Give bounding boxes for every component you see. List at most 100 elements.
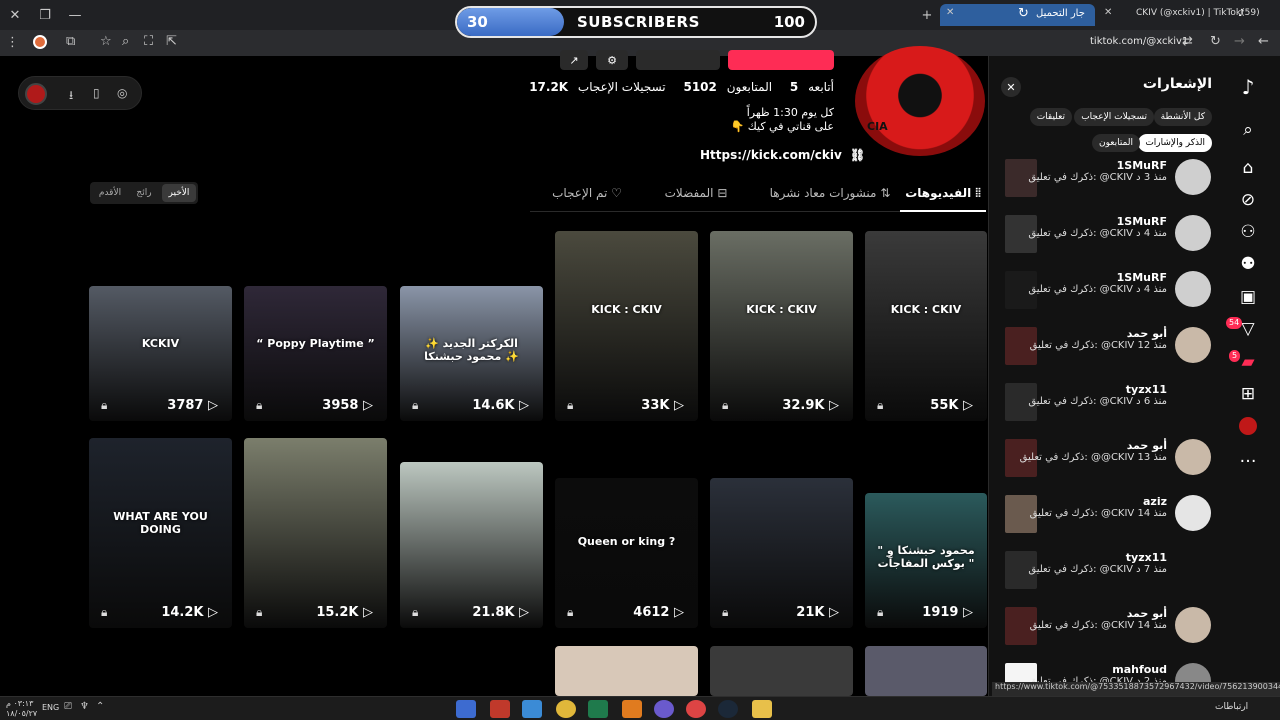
video-tile[interactable]: KICK : CKIV 55K ▷ 🔒︎ [865,231,987,421]
share-icon[interactable]: ⇱ [166,34,177,49]
language-indicator[interactable]: ENG [42,703,59,712]
sort-latest[interactable]: الأخير [162,184,196,202]
reload-icon[interactable]: ↻ [1210,34,1221,49]
folder-icon[interactable] [752,700,772,718]
notification-user[interactable]: 1SMuRF [1117,159,1167,172]
new-tab-icon[interactable]: + [918,6,936,24]
notification-item[interactable]: tyzx11 ذكرك في تعليق: @CKIV منذ 6 د [989,383,1223,439]
video-tile[interactable]: 15.2K ▷ 🔒︎ [244,438,387,628]
notification-item[interactable]: 1SMuRF ذكرك في تعليق: @CKIV منذ 3 د [989,159,1223,215]
taskbar-app-icon[interactable] [456,700,476,718]
translate-icon[interactable]: ⛶ [144,34,153,49]
filter-followers[interactable]: المتابعون [1091,134,1140,152]
live-icon[interactable]: ▣ [1235,284,1261,310]
taskbar-app-icon[interactable] [490,700,510,718]
video-tile[interactable]: الكركتر الجديد ✨ محمود حبشنكا ✨ 14.6K ▷ 🔒︎ [400,286,543,421]
home-icon[interactable]: ⌂ [1235,155,1261,181]
search-icon[interactable]: ⌕ [1235,117,1261,143]
avatar[interactable] [25,83,47,105]
video-tile[interactable]: KCKIV 3787 ▷ 🔒︎ [89,286,232,421]
notification-user[interactable]: tyzx11 [1126,551,1167,564]
promote-button[interactable] [636,50,720,70]
tab-reposts[interactable]: منشورات معاد نشرها ⇅ [764,186,896,200]
avatar[interactable] [1175,159,1211,195]
minimize-window-icon[interactable]: — [66,6,84,24]
clock[interactable]: ٠٣:١٣ م ١٨/٠٥/٢٧ [6,699,37,719]
menu-dots-icon[interactable]: ⋮ [6,35,19,50]
close-tab-icon[interactable]: ✕ [1104,7,1112,18]
steam-icon[interactable] [718,700,738,718]
download-icon[interactable]: ⭳ [69,86,73,107]
tab-loading[interactable]: ✕ جار التحميل ↻ [940,4,1095,26]
video-tile[interactable]: KICK : CKIV 33K ▷ 🔒︎ [555,231,698,421]
notification-item[interactable]: 1SMuRF ذكرك في تعليق: @CKIV منذ 4 د [989,215,1223,271]
tab-liked[interactable]: تم الإعجاب ♡ [546,186,628,200]
avatar[interactable] [1175,271,1211,307]
share-button[interactable]: ↗ [560,50,588,70]
close-icon[interactable]: ✕ [1001,77,1021,97]
phone-icon[interactable]: ▯ [93,86,100,100]
network-icon[interactable]: ⎚ [64,701,72,712]
taskbar-app-icon[interactable] [622,700,642,718]
notification-item[interactable]: أبو حمد ذكرك في تعليق: @CKIV منذ 12 [989,327,1223,383]
notification-user[interactable]: أبو حمد [1127,439,1167,452]
taskbar-app-icon[interactable] [654,700,674,718]
notification-user[interactable]: أبو حمد [1127,327,1167,340]
profile-avatar[interactable]: CIA [855,46,985,156]
settings-button[interactable]: ⚙ [596,50,628,70]
tiktok-logo-icon[interactable]: ♪ [1235,74,1261,100]
avatar[interactable] [1175,327,1211,363]
friends-icon[interactable]: ⚉ [1235,251,1261,277]
video-tile[interactable]: WHAT ARE YOU DOING 14.2K ▷ 🔒︎ [89,438,232,628]
profile-avatar-small[interactable] [1239,417,1257,435]
video-tile[interactable]: 21.8K ▷ 🔒︎ [400,462,543,628]
taskbar-app-icon[interactable] [588,700,608,718]
restore-window-icon[interactable]: ❐ [36,6,54,24]
tab-favorites[interactable]: المفضلات ⊟ [656,186,736,200]
tab-videos[interactable]: الفيديوهات ⦙⦙ [900,186,986,212]
chrome-icon[interactable] [686,700,706,718]
profile-link-text[interactable]: Https://kick.com/ckiv [700,148,842,162]
video-tile[interactable] [555,646,698,696]
avatar[interactable] [1175,383,1211,419]
taskbar-app-icon[interactable] [556,700,576,718]
avatar[interactable] [1175,607,1211,643]
notification-user[interactable]: aziz [1143,495,1167,508]
close-tab-icon[interactable]: ✕ [946,7,954,18]
upload-icon[interactable]: ⊞ [1235,381,1261,407]
bookmark-star-icon[interactable]: ☆ [100,34,112,49]
following-icon[interactable]: ⚇ [1235,219,1261,245]
address-url[interactable]: tiktok.com/@xckiv1 [1090,36,1188,47]
extensions-icon[interactable]: ⧉ [66,34,75,49]
edit-profile-button[interactable] [728,50,834,70]
notification-item[interactable]: aziz ذكرك في تعليق: @CKIV منذ 14 [989,495,1223,551]
avatar[interactable] [1175,439,1211,475]
video-tile[interactable] [710,646,853,696]
notification-user[interactable]: mahfoud [1112,663,1167,676]
notification-item[interactable]: tyzx11 ذكرك في تعليق: @CKIV منذ 7 د [989,551,1223,607]
filter-likes[interactable]: تسجيلات الإعجاب [1074,108,1154,126]
notification-item[interactable]: أبو حمد ذكرك في تعليق: @@CKIV منذ 13 [989,439,1223,495]
avatar[interactable] [1175,495,1211,531]
taskbar-app-icon[interactable] [522,700,542,718]
zoom-icon[interactable]: ⌕ [122,34,129,49]
notification-item[interactable]: أبو حمد ذكرك في تعليق: @CKIV منذ 14 [989,607,1223,663]
more-icon[interactable]: … [1235,444,1261,470]
video-tile[interactable]: محمود حبشنكا و " بوكس المفاجآت " 1919 ▷ 🔒︎ [865,493,987,628]
close-window-icon[interactable]: ✕ [6,6,24,24]
following-value[interactable]: 5 [790,80,798,94]
filter-all[interactable]: كل الأنشطة [1153,108,1212,126]
tab-tiktok[interactable]: ✕ CKIV (@xckiv1) | TikTok(59) ♪ [1098,4,1260,26]
video-tile[interactable]: Queen or king ? 4612 ▷ 🔒︎ [555,478,698,628]
video-tile[interactable]: KICK : CKIV 32.9K ▷ 🔒︎ [710,231,853,421]
notification-user[interactable]: أبو حمد [1127,607,1167,620]
notification-user[interactable]: 1SMuRF [1117,271,1167,284]
video-tile[interactable] [865,646,987,696]
notification-item[interactable]: 1SMuRF ذكرك في تعليق: @CKIV منذ 4 د [989,271,1223,327]
record-extension-icon[interactable] [33,35,47,49]
explore-icon[interactable]: ⊘ [1235,187,1261,213]
compass-icon[interactable]: ◎ [117,86,127,100]
followers-value[interactable]: 5102 [683,80,716,94]
video-tile[interactable]: “ Poppy Playtime ” 3958 ▷ 🔒︎ [244,286,387,421]
back-icon[interactable]: ← [1258,34,1269,49]
